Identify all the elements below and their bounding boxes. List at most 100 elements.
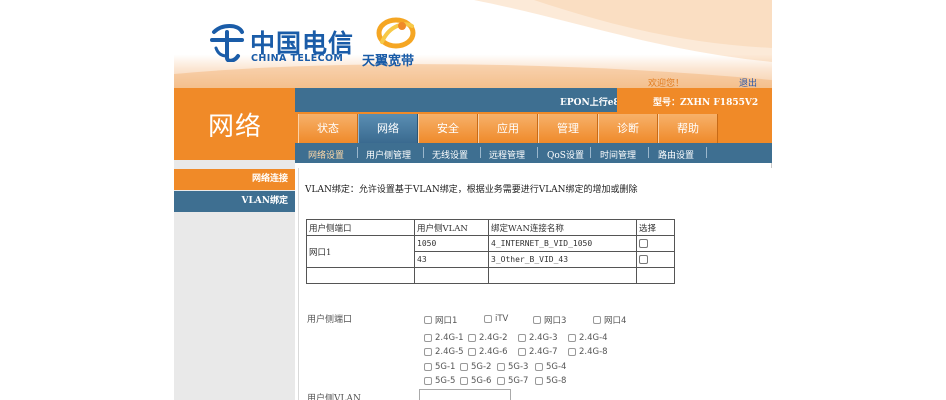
wifi-option[interactable]: 5G-1 (424, 362, 455, 372)
empty-cell (636, 267, 675, 284)
port-label: 用户侧端口 (307, 315, 353, 325)
row-select-checkbox[interactable] (639, 239, 648, 248)
port-option[interactable]: 网口3 (533, 314, 566, 326)
subtab-qos-settings[interactable]: QoS设置 (547, 148, 584, 161)
header-banner: 中国电信 CHINA TELECOM 天翼宽带 欢迎您！ 退出 (174, 0, 772, 88)
page-title-block: 网络 (174, 88, 295, 160)
checkbox[interactable] (518, 334, 526, 342)
option-label: 5G-4 (546, 362, 567, 372)
wifi-option[interactable]: 2.4G-2 (468, 333, 508, 343)
sub-separator (706, 147, 707, 158)
wan-cell: 4_INTERNET_B_VID_1050 (488, 235, 637, 252)
checkbox[interactable] (460, 377, 468, 385)
wifi-option[interactable]: 2.4G-5 (424, 347, 464, 357)
option-label: 5G-7 (508, 376, 529, 386)
checkbox[interactable] (497, 363, 505, 371)
port-option[interactable]: 网口1 (424, 314, 457, 326)
checkbox[interactable] (468, 348, 476, 356)
checkbox[interactable] (468, 334, 476, 342)
vlan-label: 用户侧VLAN (307, 394, 361, 400)
checkbox[interactable] (533, 316, 541, 324)
sidebar-item-network-connection[interactable]: 网络连接 (174, 169, 295, 190)
tianyi-swirl-icon (376, 17, 416, 49)
checkbox[interactable] (484, 315, 492, 323)
option-label: 5G-1 (435, 362, 456, 372)
wifi-option[interactable]: 5G-3 (497, 362, 528, 372)
checkbox[interactable] (424, 348, 432, 356)
column-header: 用户侧VLAN (414, 219, 489, 236)
checkbox[interactable] (424, 363, 432, 371)
subtab-lan-management[interactable]: 用户侧管理 (366, 148, 411, 161)
column-header: 选择 (636, 219, 675, 236)
wifi-option[interactable]: 2.4G-6 (468, 347, 508, 357)
logout-link[interactable]: 退出 (739, 76, 757, 88)
wifi-option[interactable]: 5G-2 (460, 362, 491, 372)
option-label: 2.4G-2 (479, 333, 508, 343)
tab-status[interactable]: 状态 (298, 114, 358, 143)
china-telecom-mark-icon (210, 24, 244, 62)
option-label: 2.4G-8 (579, 347, 608, 357)
sidebar-item-vlan-binding[interactable]: VLAN绑定 (174, 191, 295, 212)
checkbox[interactable] (568, 334, 576, 342)
row-select-checkbox[interactable] (639, 255, 648, 264)
tianyi-broadband-logo: 天翼宽带 (362, 16, 432, 69)
wifi-option[interactable]: 5G-6 (460, 376, 491, 386)
checkbox[interactable] (424, 334, 432, 342)
vlan-binding-table: 用户侧端口 用户侧VLAN 绑定WAN连接名称 选择 网口1 1050 4_IN… (306, 219, 675, 284)
subtab-remote-management[interactable]: 远程管理 (489, 148, 525, 161)
option-label: 网口3 (544, 316, 567, 326)
option-label: 2.4G-4 (579, 333, 608, 343)
tab-management[interactable]: 管理 (538, 114, 598, 143)
option-label: 2.4G-6 (479, 347, 508, 357)
empty-cell (306, 267, 415, 284)
port-option[interactable]: iTV (484, 314, 508, 324)
checkbox[interactable] (535, 377, 543, 385)
subtab-network-settings[interactable]: 网络设置 (308, 148, 344, 161)
option-label: 5G-3 (508, 362, 529, 372)
wifi-option[interactable]: 2.4G-7 (518, 347, 558, 357)
checkbox[interactable] (535, 363, 543, 371)
checkbox[interactable] (460, 363, 468, 371)
checkbox[interactable] (568, 348, 576, 356)
wifi-option[interactable]: 2.4G-8 (568, 347, 608, 357)
wifi-option[interactable]: 2.4G-3 (518, 333, 558, 343)
checkbox[interactable] (518, 348, 526, 356)
tab-diagnostics[interactable]: 诊断 (598, 114, 658, 143)
checkbox[interactable] (424, 377, 432, 385)
subtab-time-management[interactable]: 时间管理 (600, 148, 636, 161)
model-box: 型号：ZXHN F1855V2 (617, 88, 772, 112)
sub-separator (648, 147, 649, 158)
wifi-option[interactable]: 2.4G-4 (568, 333, 608, 343)
vlan-cell: 1050 (414, 235, 489, 252)
option-label: 5G-8 (546, 376, 567, 386)
wifi-option[interactable]: 5G-7 (497, 376, 528, 386)
tab-application[interactable]: 应用 (478, 114, 538, 143)
select-cell (636, 235, 675, 252)
sub-separator (423, 147, 424, 158)
select-cell (636, 251, 675, 268)
option-label: 5G-2 (471, 362, 492, 372)
checkbox[interactable] (593, 316, 601, 324)
wifi-option[interactable]: 5G-5 (424, 376, 455, 386)
wifi-option[interactable]: 5G-8 (535, 376, 566, 386)
sub-separator (357, 147, 358, 158)
option-label: 5G-5 (435, 376, 456, 386)
tab-network[interactable]: 网络 (358, 114, 418, 143)
sub-brand-name: 天翼宽带 (362, 54, 415, 69)
brand-name-en: CHINA TELECOM (251, 53, 344, 64)
subtab-route-settings[interactable]: 路由设置 (658, 148, 694, 161)
option-label: 2.4G-3 (529, 333, 558, 343)
port-cell: 网口1 (306, 235, 415, 268)
option-label: 网口1 (435, 316, 458, 326)
tab-help[interactable]: 帮助 (658, 114, 718, 143)
table-row-empty (306, 267, 675, 284)
port-option[interactable]: 网口4 (593, 314, 626, 326)
wifi-option[interactable]: 5G-4 (535, 362, 566, 372)
wifi-option[interactable]: 2.4G-1 (424, 333, 464, 343)
sub-menu: 网络设置 用户侧管理 无线设置 远程管理 QoS设置 时间管理 路由设置 (295, 143, 772, 163)
subtab-wireless-settings[interactable]: 无线设置 (432, 148, 468, 161)
tab-security[interactable]: 安全 (418, 114, 478, 143)
checkbox[interactable] (424, 316, 432, 324)
checkbox[interactable] (497, 377, 505, 385)
vlan-input[interactable] (419, 389, 511, 400)
